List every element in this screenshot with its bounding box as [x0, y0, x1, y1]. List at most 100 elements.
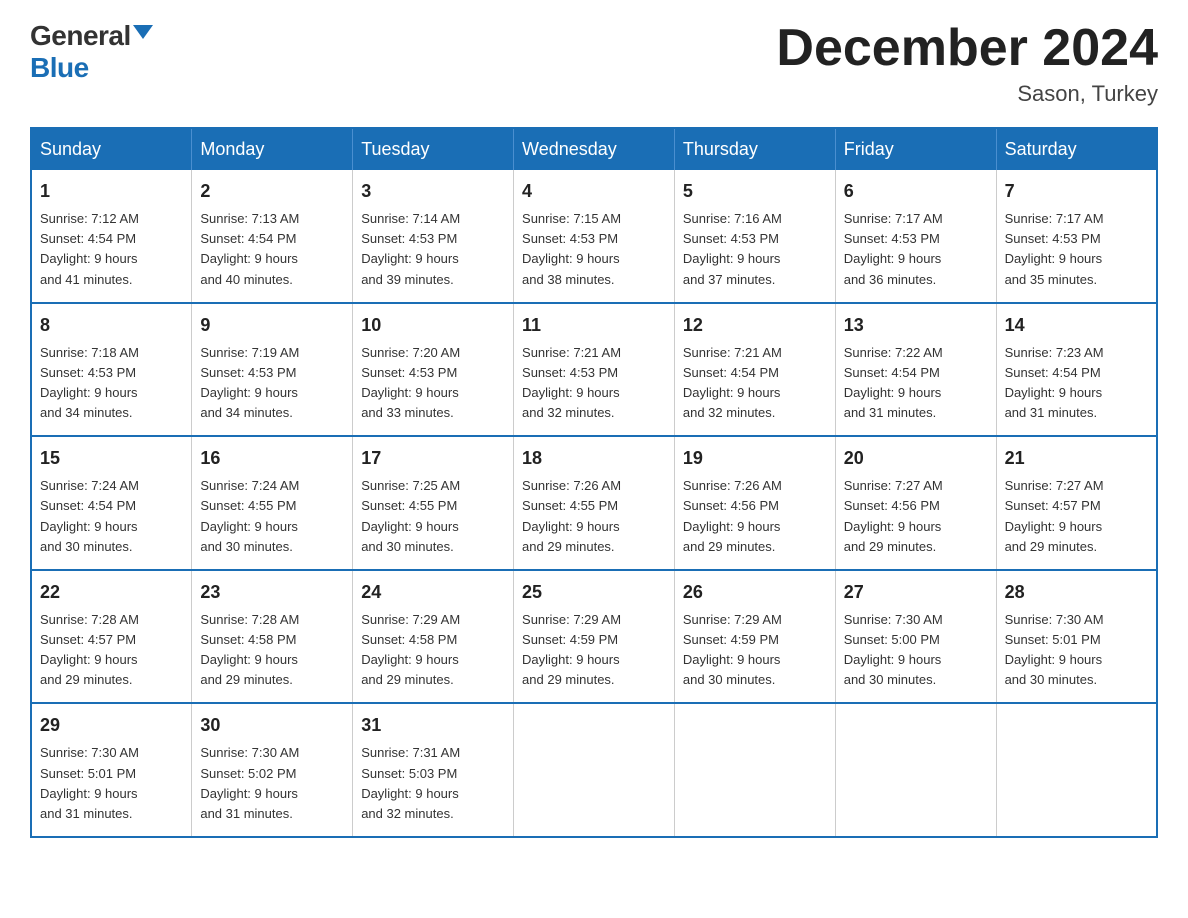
- calendar-cell: 15 Sunrise: 7:24 AMSunset: 4:54 PMDayligh…: [31, 436, 192, 570]
- calendar-cell: 22Sunrise: 7:28 AMSunset: 4:57 PMDayligh…: [31, 570, 192, 704]
- calendar-week-row: 1 Sunrise: 7:12 AMSunset: 4:54 PMDaylight…: [31, 170, 1157, 303]
- calendar-cell: 26 Sunrise: 7:29 AMSunset: 4:59 PMDayligh…: [674, 570, 835, 704]
- day-number: 15: [40, 445, 183, 472]
- day-number: 18: [522, 445, 666, 472]
- day-info: Sunrise: 7:29 AMSunset: 4:59 PMDaylight:…: [522, 612, 621, 687]
- title-section: December 2024 Sason, Turkey: [776, 20, 1158, 107]
- day-info: Sunrise: 7:24 AMSunset: 4:54 PMDaylight:…: [40, 478, 139, 553]
- day-number: 16: [200, 445, 344, 472]
- day-info: Sunrise: 7:23 AMSunset: 4:54 PMDaylight:…: [1005, 345, 1104, 420]
- calendar-cell: 4 Sunrise: 7:15 AMSunset: 4:53 PMDaylight…: [514, 170, 675, 303]
- day-info: Sunrise: 7:29 AMSunset: 4:58 PMDaylight:…: [361, 612, 460, 687]
- calendar-cell: 18 Sunrise: 7:26 AMSunset: 4:55 PMDayligh…: [514, 436, 675, 570]
- calendar-cell: 7Sunrise: 7:17 AMSunset: 4:53 PMDaylight…: [996, 170, 1157, 303]
- day-info: Sunrise: 7:28 AMSunset: 4:58 PMDaylight:…: [200, 612, 299, 687]
- day-info: Sunrise: 7:30 AMSunset: 5:00 PMDaylight:…: [844, 612, 943, 687]
- calendar-cell: 9 Sunrise: 7:19 AMSunset: 4:53 PMDaylight…: [192, 303, 353, 437]
- day-number: 21: [1005, 445, 1148, 472]
- day-info: Sunrise: 7:22 AMSunset: 4:54 PMDaylight:…: [844, 345, 943, 420]
- calendar-cell: 3 Sunrise: 7:14 AMSunset: 4:53 PMDaylight…: [353, 170, 514, 303]
- calendar-week-row: 22Sunrise: 7:28 AMSunset: 4:57 PMDayligh…: [31, 570, 1157, 704]
- day-number: 27: [844, 579, 988, 606]
- day-info: Sunrise: 7:12 AMSunset: 4:54 PMDaylight:…: [40, 211, 139, 286]
- day-info: Sunrise: 7:20 AMSunset: 4:53 PMDaylight:…: [361, 345, 460, 420]
- calendar-cell: 25Sunrise: 7:29 AMSunset: 4:59 PMDayligh…: [514, 570, 675, 704]
- calendar-cell: 23 Sunrise: 7:28 AMSunset: 4:58 PMDayligh…: [192, 570, 353, 704]
- calendar-cell: 27 Sunrise: 7:30 AMSunset: 5:00 PMDayligh…: [835, 570, 996, 704]
- day-info: Sunrise: 7:31 AMSunset: 5:03 PMDaylight:…: [361, 745, 460, 820]
- calendar-cell: 10 Sunrise: 7:20 AMSunset: 4:53 PMDayligh…: [353, 303, 514, 437]
- day-number: 8: [40, 312, 183, 339]
- location-text: Sason, Turkey: [776, 81, 1158, 107]
- calendar-cell: 6 Sunrise: 7:17 AMSunset: 4:53 PMDaylight…: [835, 170, 996, 303]
- day-number: 17: [361, 445, 505, 472]
- day-header-tuesday: Tuesday: [353, 128, 514, 170]
- calendar-week-row: 15 Sunrise: 7:24 AMSunset: 4:54 PMDayligh…: [31, 436, 1157, 570]
- day-number: 5: [683, 178, 827, 205]
- calendar-cell: 13 Sunrise: 7:22 AMSunset: 4:54 PMDayligh…: [835, 303, 996, 437]
- day-info: Sunrise: 7:29 AMSunset: 4:59 PMDaylight:…: [683, 612, 782, 687]
- day-info: Sunrise: 7:19 AMSunset: 4:53 PMDaylight:…: [200, 345, 299, 420]
- calendar-cell: 31 Sunrise: 7:31 AMSunset: 5:03 PMDayligh…: [353, 703, 514, 837]
- calendar-cell: [514, 703, 675, 837]
- calendar-cell: 20Sunrise: 7:27 AMSunset: 4:56 PMDayligh…: [835, 436, 996, 570]
- day-number: 9: [200, 312, 344, 339]
- calendar-cell: 17 Sunrise: 7:25 AMSunset: 4:55 PMDayligh…: [353, 436, 514, 570]
- calendar-week-row: 29Sunrise: 7:30 AMSunset: 5:01 PMDayligh…: [31, 703, 1157, 837]
- calendar-cell: [674, 703, 835, 837]
- calendar-cell: [835, 703, 996, 837]
- calendar-cell: 24 Sunrise: 7:29 AMSunset: 4:58 PMDayligh…: [353, 570, 514, 704]
- day-info: Sunrise: 7:25 AMSunset: 4:55 PMDaylight:…: [361, 478, 460, 553]
- month-title: December 2024: [776, 20, 1158, 77]
- day-info: Sunrise: 7:24 AMSunset: 4:55 PMDaylight:…: [200, 478, 299, 553]
- day-number: 4: [522, 178, 666, 205]
- calendar-cell: 29Sunrise: 7:30 AMSunset: 5:01 PMDayligh…: [31, 703, 192, 837]
- day-info: Sunrise: 7:18 AMSunset: 4:53 PMDaylight:…: [40, 345, 139, 420]
- calendar-cell: 14 Sunrise: 7:23 AMSunset: 4:54 PMDayligh…: [996, 303, 1157, 437]
- day-info: Sunrise: 7:13 AMSunset: 4:54 PMDaylight:…: [200, 211, 299, 286]
- day-number: 26: [683, 579, 827, 606]
- day-info: Sunrise: 7:30 AMSunset: 5:02 PMDaylight:…: [200, 745, 299, 820]
- day-number: 1: [40, 178, 183, 205]
- calendar-cell: 11 Sunrise: 7:21 AMSunset: 4:53 PMDayligh…: [514, 303, 675, 437]
- day-number: 13: [844, 312, 988, 339]
- day-header-monday: Monday: [192, 128, 353, 170]
- day-info: Sunrise: 7:26 AMSunset: 4:56 PMDaylight:…: [683, 478, 782, 553]
- day-info: Sunrise: 7:21 AMSunset: 4:54 PMDaylight:…: [683, 345, 782, 420]
- day-header-thursday: Thursday: [674, 128, 835, 170]
- day-info: Sunrise: 7:27 AMSunset: 4:57 PMDaylight:…: [1005, 478, 1104, 553]
- day-number: 19: [683, 445, 827, 472]
- day-info: Sunrise: 7:17 AMSunset: 4:53 PMDaylight:…: [844, 211, 943, 286]
- day-info: Sunrise: 7:21 AMSunset: 4:53 PMDaylight:…: [522, 345, 621, 420]
- calendar-cell: 28 Sunrise: 7:30 AMSunset: 5:01 PMDayligh…: [996, 570, 1157, 704]
- day-number: 3: [361, 178, 505, 205]
- calendar-cell: 19 Sunrise: 7:26 AMSunset: 4:56 PMDayligh…: [674, 436, 835, 570]
- day-number: 10: [361, 312, 505, 339]
- day-number: 11: [522, 312, 666, 339]
- day-info: Sunrise: 7:14 AMSunset: 4:53 PMDaylight:…: [361, 211, 460, 286]
- day-number: 6: [844, 178, 988, 205]
- day-number: 23: [200, 579, 344, 606]
- day-info: Sunrise: 7:30 AMSunset: 5:01 PMDaylight:…: [1005, 612, 1104, 687]
- day-number: 14: [1005, 312, 1148, 339]
- day-number: 28: [1005, 579, 1148, 606]
- day-number: 30: [200, 712, 344, 739]
- day-header-friday: Friday: [835, 128, 996, 170]
- logo-blue-text: Blue: [30, 52, 89, 83]
- calendar-cell: 16 Sunrise: 7:24 AMSunset: 4:55 PMDayligh…: [192, 436, 353, 570]
- day-info: Sunrise: 7:26 AMSunset: 4:55 PMDaylight:…: [522, 478, 621, 553]
- day-number: 31: [361, 712, 505, 739]
- calendar-table: SundayMondayTuesdayWednesdayThursdayFrid…: [30, 127, 1158, 838]
- logo-general-text: General: [30, 20, 131, 52]
- day-number: 7: [1005, 178, 1148, 205]
- day-info: Sunrise: 7:15 AMSunset: 4:53 PMDaylight:…: [522, 211, 621, 286]
- calendar-week-row: 8 Sunrise: 7:18 AMSunset: 4:53 PMDaylight…: [31, 303, 1157, 437]
- day-number: 24: [361, 579, 505, 606]
- calendar-cell: 5Sunrise: 7:16 AMSunset: 4:53 PMDaylight…: [674, 170, 835, 303]
- day-info: Sunrise: 7:28 AMSunset: 4:57 PMDaylight:…: [40, 612, 139, 687]
- calendar-cell: 8 Sunrise: 7:18 AMSunset: 4:53 PMDaylight…: [31, 303, 192, 437]
- day-info: Sunrise: 7:27 AMSunset: 4:56 PMDaylight:…: [844, 478, 943, 553]
- day-number: 12: [683, 312, 827, 339]
- day-info: Sunrise: 7:30 AMSunset: 5:01 PMDaylight:…: [40, 745, 139, 820]
- calendar-cell: 21 Sunrise: 7:27 AMSunset: 4:57 PMDayligh…: [996, 436, 1157, 570]
